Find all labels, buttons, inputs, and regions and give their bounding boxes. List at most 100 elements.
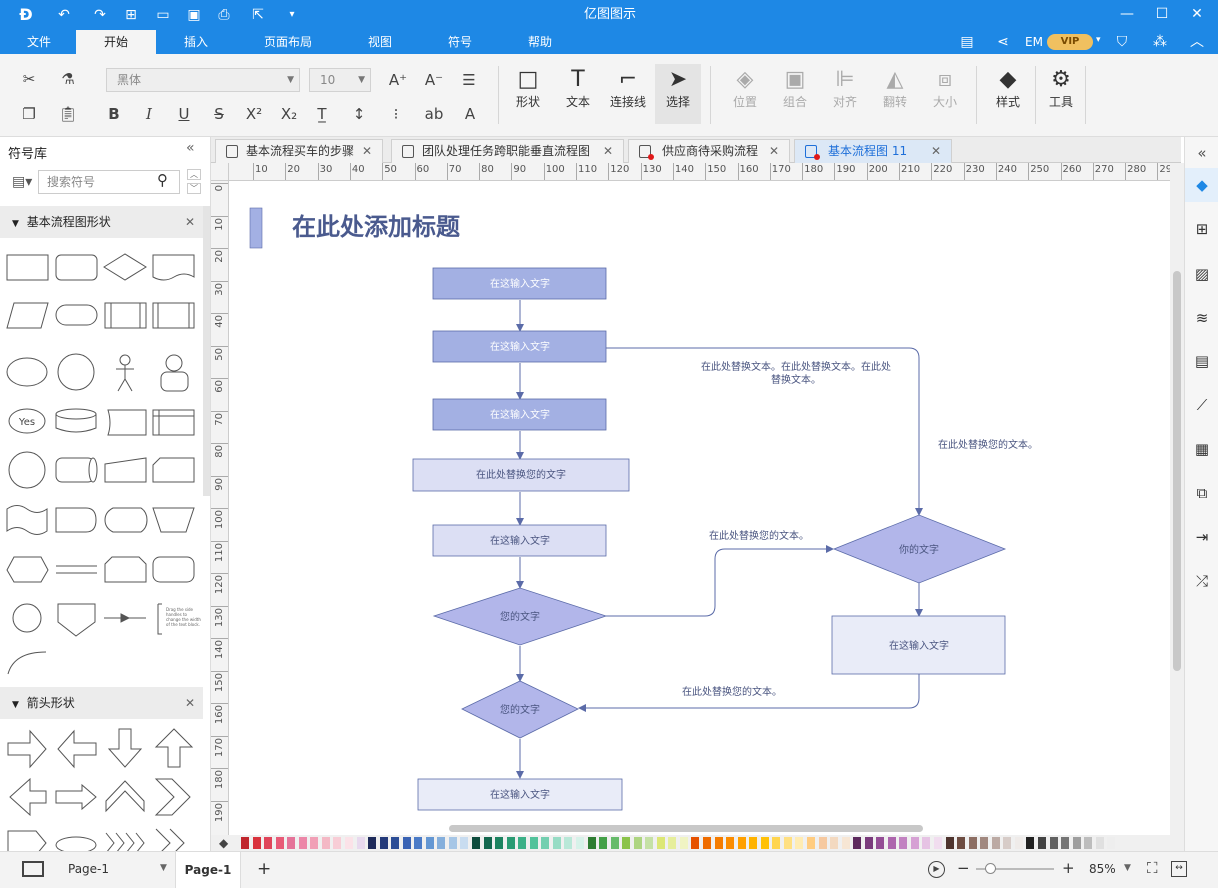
color-swatch[interactable] — [783, 837, 792, 849]
increase-font-icon[interactable]: A⁺ — [387, 69, 409, 91]
menu-tab-home[interactable]: 开始 — [76, 30, 156, 54]
color-swatch[interactable] — [899, 837, 908, 849]
color-swatch[interactable] — [356, 837, 365, 849]
color-swatch[interactable] — [610, 837, 619, 849]
color-swatch[interactable] — [252, 837, 261, 849]
shape-delay[interactable] — [55, 507, 97, 533]
close-tab-icon[interactable]: ✕ — [931, 140, 941, 162]
color-swatch[interactable] — [887, 837, 896, 849]
color-swatch[interactable] — [830, 837, 839, 849]
fit-width-icon[interactable]: ↔ — [1171, 861, 1187, 877]
image-icon[interactable]: ▨ — [1192, 264, 1212, 284]
color-swatch[interactable] — [391, 837, 400, 849]
connector-label-1b[interactable]: 替换文本。 — [771, 373, 821, 386]
color-swatch[interactable] — [1095, 837, 1104, 849]
node-process-7[interactable]: 在这输入文字 — [831, 615, 1006, 675]
flip-button[interactable]: ◭ 翻转 — [872, 64, 918, 124]
color-swatch[interactable] — [310, 837, 319, 849]
doc-tab-1[interactable]: 基本流程买车的步骤 ✕ — [215, 139, 383, 163]
shape-rounded-rect[interactable] — [55, 254, 98, 281]
color-swatch[interactable] — [864, 837, 873, 849]
color-swatch[interactable] — [414, 837, 423, 849]
color-swatch[interactable] — [1026, 837, 1035, 849]
font-size-select[interactable]: 10 ▼ — [309, 68, 371, 92]
table-icon[interactable]: ▦ — [1192, 439, 1212, 459]
apps-grid-icon[interactable]: ⁂ — [1150, 32, 1170, 52]
shape-horizontal-cylinder[interactable] — [55, 457, 98, 483]
page-tab-active[interactable]: Page-1 — [175, 852, 241, 888]
comment-icon[interactable]: ▤ — [957, 32, 977, 52]
color-swatch[interactable] — [934, 837, 942, 849]
shape-rounded-process[interactable] — [152, 556, 195, 583]
close-window-icon[interactable]: ✕ — [1180, 0, 1214, 30]
node-process-3[interactable]: 在这输入文字 — [432, 398, 607, 431]
text-format-icon[interactable]: T̲ — [311, 103, 333, 125]
color-swatch[interactable] — [980, 837, 989, 849]
quick-access-more-icon[interactable]: ▾ — [282, 5, 302, 25]
format-painter-icon[interactable]: ⚗ — [57, 68, 79, 90]
zoom-dropdown-icon[interactable]: ▼ — [1124, 863, 1131, 873]
shape-punched-tape[interactable] — [6, 505, 48, 535]
color-swatch[interactable] — [703, 837, 711, 849]
fullscreen-icon[interactable]: ⛶ — [1147, 859, 1158, 877]
shape-off-page[interactable] — [57, 603, 96, 637]
color-swatch[interactable] — [552, 837, 561, 849]
color-swatch[interactable] — [321, 837, 330, 849]
bullet-list-icon[interactable]: ⁝ — [385, 103, 407, 125]
search-icon[interactable]: ⚲ — [157, 171, 168, 189]
color-swatch[interactable] — [264, 837, 273, 849]
color-swatch[interactable] — [460, 837, 469, 849]
export-icon[interactable]: ⇱ — [248, 5, 268, 25]
fill-bucket-icon[interactable]: ◆ — [1192, 175, 1212, 195]
close-tab-icon[interactable]: ✕ — [362, 140, 372, 162]
shape-document[interactable] — [152, 254, 195, 281]
tools-button[interactable]: ⚙ 工具 — [1038, 64, 1084, 124]
color-swatch[interactable] — [1072, 837, 1081, 849]
shape-predefined-process[interactable] — [104, 302, 147, 329]
shape-double-chevron[interactable] — [155, 828, 185, 851]
color-swatch[interactable] — [1049, 837, 1058, 849]
menu-tab-file[interactable]: 文件 — [18, 30, 60, 54]
color-swatch[interactable] — [368, 837, 377, 849]
doc-tab-2[interactable]: 团队处理任务跨职能垂直流程图 ✕ — [391, 139, 624, 163]
chart-icon[interactable]: ⟋ — [1192, 395, 1212, 415]
color-swatch[interactable] — [379, 837, 388, 849]
font-color-icon[interactable]: A — [459, 103, 481, 125]
shape-user[interactable] — [160, 354, 189, 392]
shape-arrow-line[interactable] — [104, 613, 146, 623]
color-swatch[interactable] — [518, 837, 527, 849]
color-swatch[interactable] — [922, 837, 931, 849]
user-name[interactable]: EM — [1025, 35, 1043, 49]
color-swatch[interactable] — [714, 837, 723, 849]
color-swatch[interactable] — [1037, 837, 1046, 849]
section-close-icon[interactable]: ✕ — [185, 687, 195, 719]
horizontal-scrollbar[interactable] — [449, 825, 923, 832]
text-case-icon[interactable]: ab — [423, 103, 445, 125]
color-swatch[interactable] — [760, 837, 769, 849]
node-process-4[interactable]: 在此处替换您的文字 — [412, 458, 630, 492]
color-swatch[interactable] — [1014, 837, 1023, 849]
color-swatch[interactable] — [287, 837, 296, 849]
doc-tab-3[interactable]: 供应商待采购流程 ✕ — [628, 139, 790, 163]
shape-card[interactable] — [152, 457, 195, 483]
scroll-down-icon[interactable]: ﹀ — [187, 183, 201, 194]
shape-tool-button[interactable]: □ 形状 — [505, 64, 551, 124]
user-dropdown-icon[interactable]: ▾ — [1096, 35, 1101, 45]
strikethrough-icon[interactable]: S — [208, 103, 230, 125]
color-swatch[interactable] — [841, 837, 850, 849]
text-align-icon[interactable]: ☰ — [458, 69, 480, 91]
shape-connector-circle[interactable] — [12, 603, 42, 633]
node-process-5[interactable]: 在这输入文字 — [432, 524, 607, 557]
color-swatch[interactable] — [749, 837, 758, 849]
connector-label-3[interactable]: 在此处替换您的文本。 — [709, 529, 809, 542]
color-swatch[interactable] — [726, 837, 735, 849]
color-swatch[interactable] — [437, 837, 446, 849]
shape-process[interactable] — [6, 254, 49, 281]
shape-manual-input[interactable] — [104, 457, 147, 483]
scroll-up-icon[interactable]: ︿ — [187, 169, 201, 180]
color-swatch[interactable] — [575, 837, 584, 849]
menu-tab-view[interactable]: 视图 — [356, 30, 404, 54]
layers-icon[interactable]: ≋ — [1192, 308, 1212, 328]
collapse-ribbon-icon[interactable]: ︿ — [1187, 32, 1207, 52]
shape-chevron-right[interactable] — [154, 778, 191, 816]
